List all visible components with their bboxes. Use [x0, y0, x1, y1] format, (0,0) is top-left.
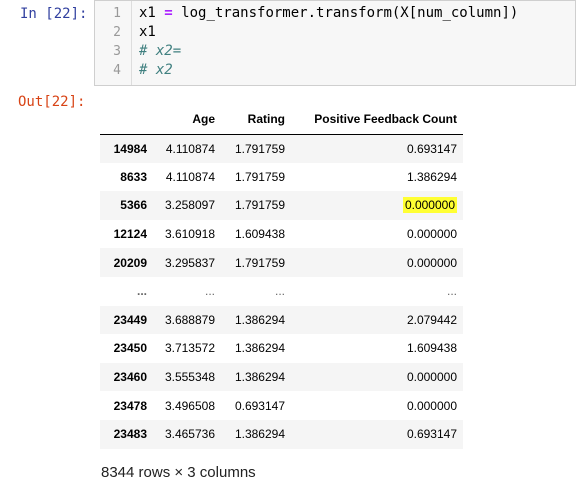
row-index: 20209 — [113, 255, 147, 270]
row-index: 23450 — [113, 341, 147, 356]
code-cell[interactable]: 1 2 3 4 x1 = log_transformer.transform(X… — [94, 0, 576, 86]
table-row: 23460 3.555348 1.386294 0.000000 — [100, 362, 463, 392]
table-cell: 3.465736 — [164, 427, 215, 442]
table-cell: 0.693147 — [234, 398, 285, 413]
column-header-age: Age — [151, 104, 219, 135]
code-line-4[interactable]: # x2 — [139, 62, 173, 78]
table-row: 8633 4.110874 1.791759 1.386294 — [100, 163, 463, 192]
table-cell: 1.609438 — [406, 341, 457, 356]
table-cell: 1.386294 — [234, 427, 285, 442]
line-number: 2 — [113, 25, 121, 40]
table-row: 12124 3.610918 1.609438 0.000000 — [100, 220, 463, 249]
table-cell: 2.079442 — [406, 312, 457, 327]
table-cell: 3.688879 — [164, 312, 215, 327]
table-row: 23483 3.465736 1.386294 0.693147 — [100, 419, 463, 449]
table-cell: 0.693147 — [406, 427, 457, 442]
table-cell: 1.791759 — [234, 198, 285, 213]
input-prompt: In [22]: — [20, 6, 88, 22]
table-cell: 3.258097 — [164, 198, 215, 213]
table-cell: 3.610918 — [164, 227, 215, 242]
table-cell: 0.000000 — [406, 255, 457, 270]
table-cell: 1.791759 — [234, 141, 285, 156]
table-cell: 4.110874 — [165, 141, 215, 156]
column-header-positive-feedback-count: Positive Feedback Count — [289, 104, 463, 135]
highlight-marker: 0.000000 — [402, 197, 457, 214]
table-cell: 1.609438 — [234, 227, 285, 242]
row-index: 5366 — [120, 198, 147, 213]
code-token: log_transformer.transform(X[num_column]) — [172, 5, 519, 21]
dataframe-shape-summary: 8344 rows × 3 columns — [101, 464, 256, 481]
dataframe-table: Age Rating Positive Feedback Count 14984… — [100, 104, 463, 449]
table-row: 23478 3.496508 0.693147 0.000000 — [100, 391, 463, 420]
assign-operator: = — [164, 5, 173, 21]
table-row: 5366 3.258097 1.791759 0.000000 — [100, 191, 463, 220]
table-cell: 1.791759 — [234, 255, 285, 270]
table-row: 23449 3.688879 1.386294 2.079442 — [100, 305, 463, 335]
row-index: 23449 — [113, 312, 147, 327]
table-row: 20209 3.295837 1.791759 0.000000 — [100, 248, 463, 277]
table-cell: 1.386294 — [234, 370, 285, 385]
line-number: 1 — [113, 6, 121, 21]
row-index: 14984 — [113, 141, 147, 156]
table-cell: 1.791759 — [234, 169, 285, 184]
table-cell: 0.000000 — [406, 227, 457, 242]
row-index: 23460 — [113, 370, 147, 385]
table-cell: 1.386294 — [406, 169, 457, 184]
table-cell: 0.000000 — [406, 398, 457, 413]
line-number-gutter: 1 2 3 4 — [95, 1, 132, 85]
table-cell: 0.693147 — [406, 141, 457, 156]
table-row: ............ — [100, 277, 463, 306]
table-cell: 3.555348 — [164, 370, 215, 385]
table-cell: 3.496508 — [164, 398, 215, 413]
code-line-1[interactable]: x1 = log_transformer.transform(X[num_col… — [139, 5, 518, 21]
table-cell: 3.295837 — [164, 255, 215, 270]
table-cell: ... — [274, 284, 285, 299]
table-cell: 1.386294 — [234, 341, 285, 356]
row-index: 8633 — [120, 169, 147, 184]
line-number: 4 — [113, 63, 121, 78]
table-cell: 3.713572 — [164, 341, 215, 356]
column-header-rating: Rating — [219, 104, 289, 135]
row-index: 23478 — [113, 398, 147, 413]
table-cell: 4.110874 — [165, 169, 215, 184]
row-index: 12124 — [113, 227, 147, 242]
table-row: 23450 3.713572 1.386294 1.609438 — [100, 334, 463, 363]
output-prompt: Out[22]: — [18, 94, 86, 110]
row-index: ... — [136, 284, 147, 299]
line-number: 3 — [113, 44, 121, 59]
table-cell: ... — [204, 284, 215, 299]
highlighted-cell: 0.000000 — [289, 191, 463, 220]
table-cell: 0.000000 — [406, 370, 457, 385]
table-cell: ... — [446, 284, 457, 299]
index-header — [100, 104, 151, 135]
table-row: 14984 4.110874 1.791759 0.693147 — [100, 134, 463, 163]
table-cell: 1.386294 — [234, 312, 285, 327]
row-index: 23483 — [113, 427, 147, 442]
code-token: x1 — [139, 5, 165, 21]
table-header-row: Age Rating Positive Feedback Count — [100, 104, 463, 135]
code-line-3[interactable]: # x2= — [139, 43, 181, 59]
code-line-2[interactable]: x1 — [139, 24, 156, 40]
